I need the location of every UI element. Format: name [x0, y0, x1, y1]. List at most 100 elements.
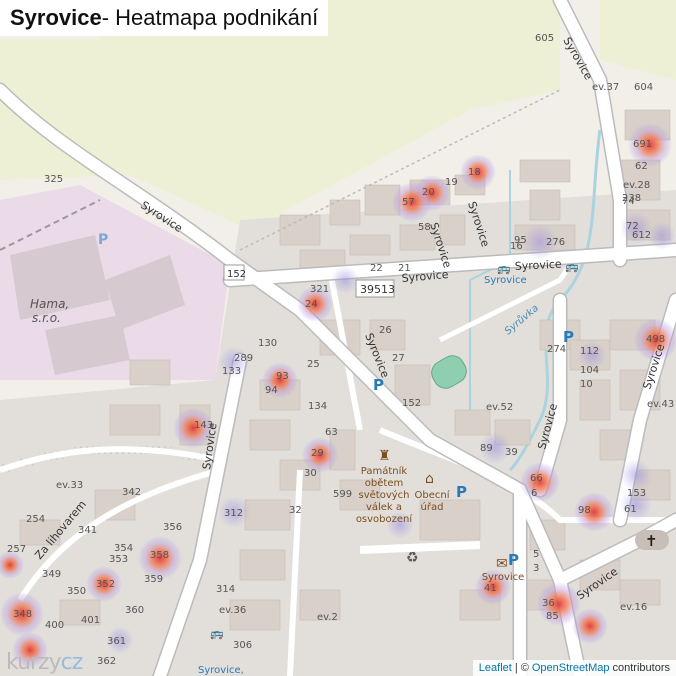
house-number: ev.16 [620, 602, 648, 613]
road-label: Syrovice [514, 258, 562, 273]
house-number: 306 [233, 640, 253, 651]
church-icon: ✝ [645, 532, 658, 550]
house-number: 352 [96, 579, 116, 590]
house-number: 27 [392, 353, 405, 364]
house-number: 57 [402, 197, 415, 208]
house-number: 29 [311, 448, 324, 459]
house-number: 153 [627, 488, 647, 499]
house-number: 98 [578, 505, 591, 516]
house-number: 341 [78, 525, 98, 536]
map-canvas[interactable]: Syrovice Syrovice Syrovice Syrovice Syro… [0, 0, 676, 676]
poi-label: Obecní [415, 489, 451, 501]
house-number: 61 [624, 504, 637, 515]
house-number: 112 [580, 346, 600, 357]
house-number: 254 [26, 514, 46, 525]
house-number: 400 [45, 620, 65, 631]
bus-stop-icon: 🚌 [210, 627, 224, 640]
house-number: 104 [580, 365, 600, 376]
house-number: 89 [480, 443, 493, 454]
attribution-separator: | © [514, 662, 529, 674]
house-number: 612 [632, 230, 652, 241]
bus-stop-icon: 🚌 [565, 260, 579, 273]
road-ref-label: 39513 [360, 283, 395, 296]
poi-label: Syrovice [482, 572, 525, 583]
logo-text: kurzy [6, 650, 62, 675]
house-number: 359 [144, 574, 164, 585]
house-number: 312 [224, 508, 244, 519]
poi-label: Hama, [30, 297, 69, 311]
house-number: 401 [81, 615, 101, 626]
leaflet-link[interactable]: Leaflet [479, 662, 512, 674]
house-number: 350 [67, 586, 87, 597]
house-number: 498 [646, 334, 666, 345]
house-number: 20 [422, 187, 435, 198]
house-number: 26 [379, 325, 392, 336]
house-number: 321 [310, 284, 330, 295]
house-number: 3 [533, 563, 540, 574]
house-number: 36 [542, 598, 555, 609]
map-attribution: Leaflet | © OpenStreetMap contributors [472, 660, 676, 676]
house-number: 94 [265, 385, 278, 396]
house-number: 356 [163, 522, 183, 533]
post-office-icon: ✉ [496, 556, 508, 572]
house-number: 314 [216, 584, 236, 595]
house-number: 22 [370, 263, 383, 274]
parking-icon: P [456, 483, 467, 501]
house-number: ev.36 [219, 605, 247, 616]
title-town: Syrovice [10, 5, 102, 30]
house-number: 134 [308, 401, 328, 412]
map-base-layer: Syrovice Syrovice Syrovice Syrovice Syro… [0, 0, 676, 676]
poi-label: osvobození [356, 513, 414, 525]
house-number: 691 [633, 139, 653, 150]
house-number: 325 [44, 174, 64, 185]
poi-label: úřad [421, 501, 444, 513]
bus-stop-label: Syrovice, [198, 665, 244, 676]
house-number: 5 [533, 549, 540, 560]
bus-stop-label: Syrovice [484, 275, 527, 286]
house-number: 358 [150, 550, 170, 561]
house-number: ev.37 [592, 82, 620, 93]
osm-link[interactable]: OpenStreetMap [532, 662, 610, 674]
kurzy-logo[interactable]: kurzycz [6, 650, 84, 675]
monument-icon: ♜ [378, 448, 391, 464]
parking-icon: P [373, 376, 384, 394]
house-number: 74 [622, 196, 635, 207]
house-number: 24 [305, 299, 318, 310]
house-number: 39 [505, 447, 518, 458]
house-number: 6 [531, 488, 538, 499]
house-number: 63 [325, 427, 338, 438]
house-number: 152 [402, 398, 422, 409]
house-number: 349 [42, 569, 62, 580]
house-number: 342 [122, 487, 142, 498]
attribution-contributors: contributors [612, 662, 670, 674]
house-number: 604 [634, 82, 654, 93]
page-title: Syrovice - Heatmapa podnikání [0, 0, 329, 36]
house-number: 85 [546, 611, 559, 622]
poi-label: Památník [361, 465, 408, 477]
parking-icon: P [98, 232, 108, 248]
house-number: 21 [398, 263, 411, 274]
bus-stop-icon: 🚌 [497, 262, 511, 275]
house-number: 18 [468, 167, 481, 178]
house-number: ev.43 [647, 399, 675, 410]
house-number: 32 [289, 505, 302, 516]
poi-label: obětem [365, 477, 403, 489]
house-number: 10 [580, 379, 593, 390]
house-number: 599 [333, 489, 353, 500]
house-number: 353 [109, 554, 129, 565]
house-number: 276 [546, 237, 566, 248]
poi-label: světových [359, 489, 410, 501]
house-number: 130 [258, 338, 278, 349]
house-number: 95 [514, 235, 527, 246]
house-number: 133 [222, 366, 242, 377]
house-number: 605 [535, 33, 555, 44]
house-number: 62 [635, 161, 648, 172]
parking-icon: P [508, 551, 519, 569]
logo-suffix: cz [60, 650, 84, 675]
house-number: 19 [445, 177, 458, 188]
house-number: 143 [194, 420, 214, 431]
town-hall-icon: ⌂ [425, 471, 434, 487]
minor-road [359, 541, 481, 554]
poi-label: válek a [366, 501, 402, 513]
house-number: 362 [97, 656, 117, 667]
